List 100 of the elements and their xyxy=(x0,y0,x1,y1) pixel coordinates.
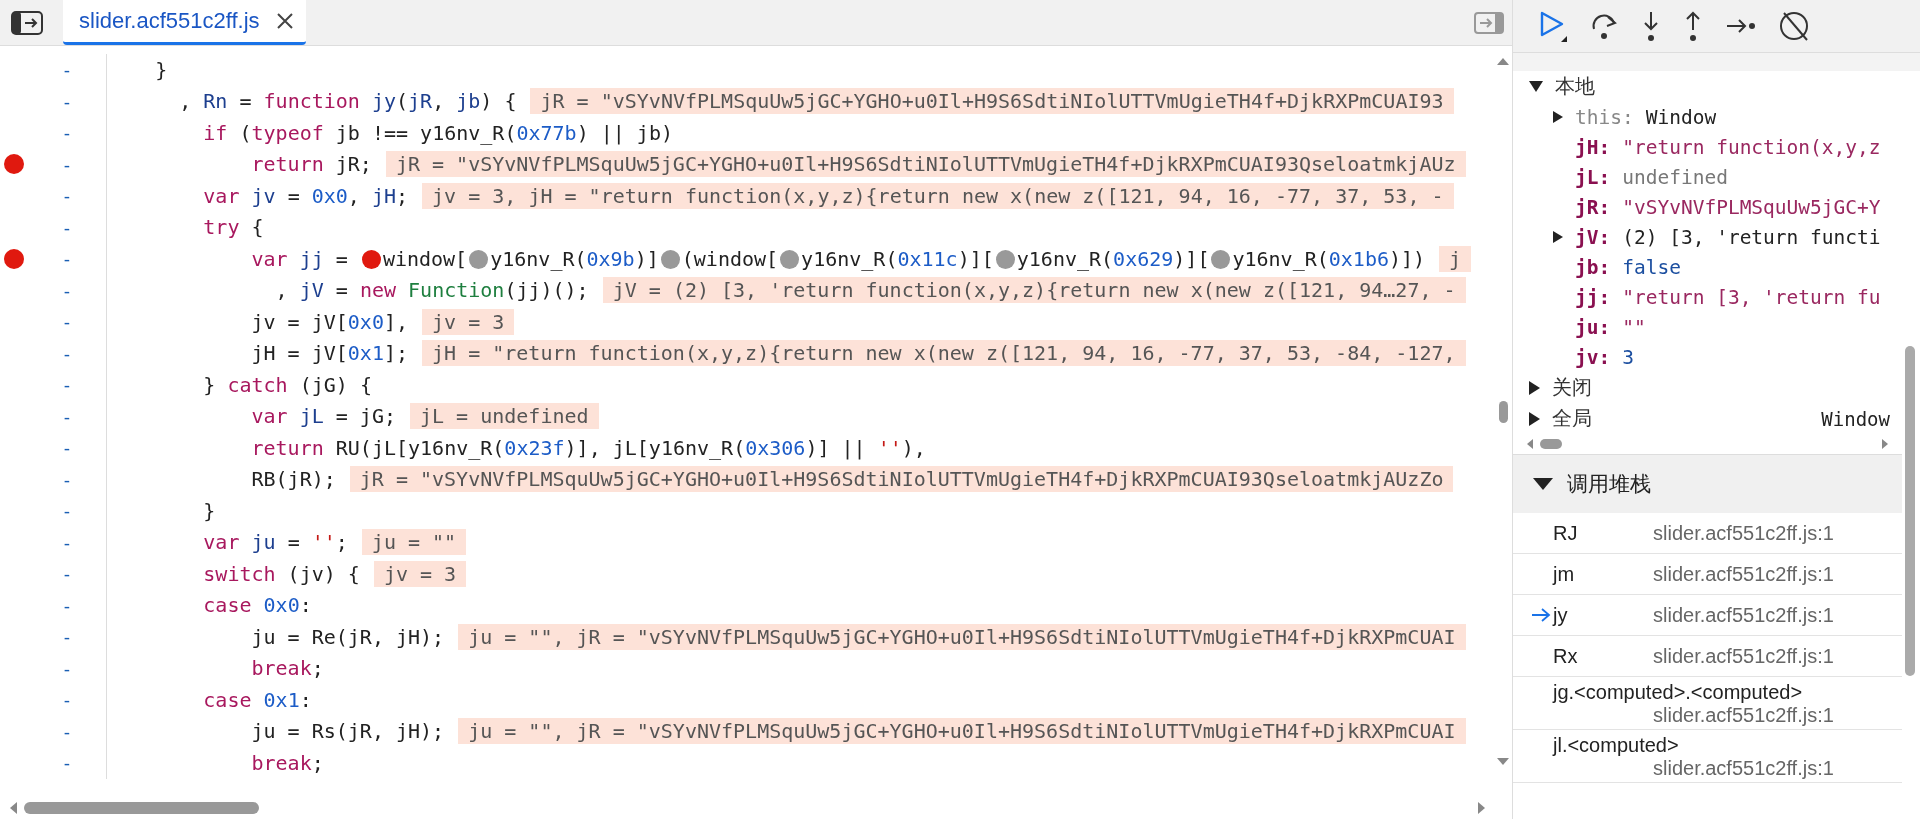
breakpoint-marker[interactable] xyxy=(1211,249,1231,269)
file-tab[interactable]: slider.acf551c2ff.js xyxy=(63,0,306,45)
function-name[interactable]: jm xyxy=(1553,562,1653,586)
line-number: - xyxy=(60,531,74,553)
line-number: - xyxy=(60,594,74,616)
inline-value: jv = 3 xyxy=(373,560,467,587)
inline-value: jv = 3 xyxy=(422,308,515,335)
line-number: - xyxy=(60,500,74,522)
breakpoint-marker[interactable] xyxy=(361,249,381,269)
file-location[interactable]: slider.acf551c2ff.js:1 xyxy=(1653,562,1834,586)
code-token: y16nv_R( xyxy=(490,246,587,271)
code-line: , jV = new Function(jj)(); xyxy=(274,278,589,303)
variable-value: Window xyxy=(1645,105,1717,129)
code-token: jj xyxy=(299,246,324,271)
function-name[interactable]: jy xyxy=(1553,603,1653,627)
scope-section-label[interactable]: 全局 xyxy=(1552,405,1592,432)
file-location[interactable]: slider.acf551c2ff.js:1 xyxy=(1513,757,1902,780)
breakpoint-marker[interactable] xyxy=(4,154,24,175)
code-line: } xyxy=(203,498,216,523)
breakpoint-marker[interactable] xyxy=(780,249,800,269)
expand-triangle-icon[interactable] xyxy=(1533,478,1553,490)
variable-name: ju: xyxy=(1575,315,1611,339)
function-name[interactable]: Rx xyxy=(1553,644,1653,668)
code-token: y16nv_R( xyxy=(801,246,898,271)
line-number: - xyxy=(60,657,74,679)
inline-value: jH = "return function(x,y,z){return new x(new z([121, 94, 16, -77, 37, 53, -84, -127, xyxy=(422,340,1466,367)
breakpoint-marker[interactable] xyxy=(995,249,1015,269)
file-location[interactable]: slider.acf551c2ff.js:1 xyxy=(1653,521,1834,545)
line-number: - xyxy=(60,122,74,144)
code-line: jv = jV[0x0], xyxy=(251,309,409,334)
code-token: 0x9b xyxy=(586,246,635,271)
variable-name: jb: xyxy=(1575,255,1611,279)
variable-name: jL: xyxy=(1575,165,1611,189)
code-line: jH = jV[0x1]; xyxy=(251,341,409,366)
function-name[interactable]: RJ xyxy=(1553,521,1653,545)
tab-label: slider.acf551c2ff.js xyxy=(79,8,260,34)
scrollbar-thumb[interactable] xyxy=(1905,346,1915,676)
scroll-up-icon[interactable] xyxy=(1496,56,1510,66)
code-token: 0x11c xyxy=(897,246,958,271)
function-name[interactable]: jg.<computed>.<computed> xyxy=(1553,681,1803,704)
expand-triangle-icon[interactable] xyxy=(1529,411,1540,426)
expand-triangle-icon[interactable] xyxy=(1529,81,1543,92)
scope-section-label[interactable]: 本地 xyxy=(1555,73,1595,100)
line-number: - xyxy=(60,626,74,648)
panel-toggle-icon[interactable] xyxy=(1474,11,1504,34)
expand-triangle-icon[interactable] xyxy=(1553,111,1563,123)
function-name[interactable]: jl.<computed> xyxy=(1553,734,1679,757)
code-token: window[ xyxy=(382,246,468,271)
line-number: - xyxy=(60,153,74,175)
line-number: - xyxy=(60,689,74,711)
code-token: y16nv_R( xyxy=(1232,246,1329,271)
scrollbar-thumb[interactable] xyxy=(1498,400,1508,423)
scrollbar-thumb[interactable] xyxy=(24,802,259,814)
line-number: - xyxy=(60,405,74,427)
code-line: return jR; xyxy=(251,152,372,177)
scope-value: Window xyxy=(1821,407,1890,430)
breakpoint-marker[interactable] xyxy=(4,248,24,269)
scroll-left-icon[interactable] xyxy=(1525,438,1534,450)
call-stack-title[interactable]: 调用堆栈 xyxy=(1567,470,1651,498)
file-location[interactable]: slider.acf551c2ff.js:1 xyxy=(1653,644,1834,668)
code-line: } xyxy=(155,57,168,82)
variable-value: (2) [3, 'return functi xyxy=(1622,225,1881,249)
sidebar-toggle-icon[interactable] xyxy=(11,10,43,35)
scrollbar-thumb[interactable] xyxy=(1540,439,1562,449)
code-line: if (typeof jb !== y16nv_R(0x77b) || jb) xyxy=(203,120,673,145)
inline-value: jV = (2) [3, 'return function(x,y,z){return new x(new z([121, 94…27, - xyxy=(602,277,1466,304)
deactivate-breakpoints-icon[interactable] xyxy=(1779,10,1811,42)
code-token: 0x1b6 xyxy=(1328,246,1389,271)
expand-triangle-icon[interactable] xyxy=(1553,231,1563,243)
close-icon[interactable] xyxy=(275,12,294,30)
scroll-right-icon[interactable] xyxy=(1477,801,1487,815)
variable-value: "return function(x,y,z xyxy=(1622,135,1881,159)
line-number: - xyxy=(60,279,74,301)
line-number: - xyxy=(60,311,74,333)
scroll-right-icon[interactable] xyxy=(1881,438,1890,450)
variable-name: jv: xyxy=(1575,345,1611,369)
code-token: y16nv_R( xyxy=(1016,246,1114,271)
line-number: - xyxy=(60,185,74,207)
variable-name: jR: xyxy=(1575,195,1611,219)
breakpoint-marker[interactable] xyxy=(660,249,680,269)
breakpoint-marker[interactable] xyxy=(469,249,489,269)
scroll-left-icon[interactable] xyxy=(8,801,18,815)
line-number: - xyxy=(60,374,74,396)
file-location[interactable]: slider.acf551c2ff.js:1 xyxy=(1653,603,1834,627)
code-line: ju = Re(jR, jH); xyxy=(251,624,445,649)
step-into-icon[interactable] xyxy=(1641,10,1661,42)
code-token: (window[ xyxy=(681,246,779,271)
variable-value: "" xyxy=(1622,315,1646,339)
file-location[interactable]: slider.acf551c2ff.js:1 xyxy=(1513,704,1902,727)
inline-value: ju = "", jR = "vSYvNVfPLMSquUw5jGC+YGHO+u0Il+H9S6SdtiNIolUTTVmUgieTH4f+DjkRXPmCUAI xyxy=(458,718,1466,745)
code-line: break; xyxy=(251,750,324,775)
code-token: )] xyxy=(634,246,659,271)
inline-value: jv = 3, jH = "return function(x,y,z){return new x(new z([121, 94, 16, -77, 37, 53, - xyxy=(422,182,1454,209)
variable-name: jH: xyxy=(1575,135,1611,159)
scroll-down-icon[interactable] xyxy=(1496,757,1510,767)
scope-section-label[interactable]: 关闭 xyxy=(1552,374,1592,401)
resume-icon[interactable] xyxy=(1539,10,1569,42)
expand-triangle-icon[interactable] xyxy=(1529,380,1540,395)
variable-name: jV: xyxy=(1575,225,1611,249)
code-line: try { xyxy=(203,215,264,240)
